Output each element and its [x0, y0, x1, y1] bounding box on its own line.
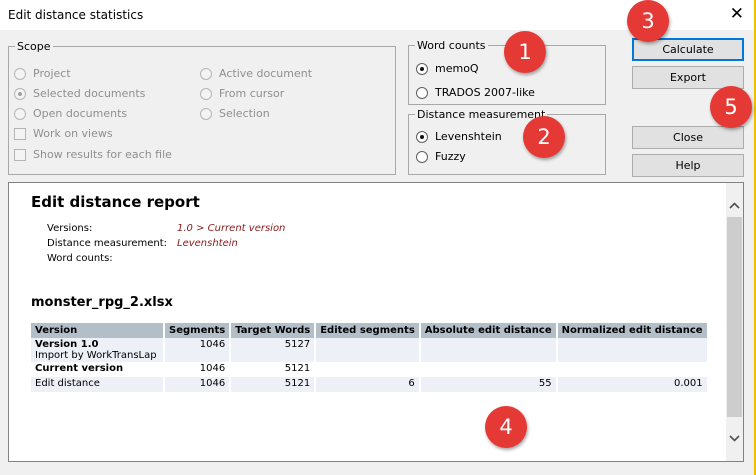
- scope-project-radio[interactable]: Project: [14, 67, 71, 80]
- show-results-each-file-label: Show results for each file: [33, 148, 172, 161]
- work-on-views-label: Work on views: [33, 127, 113, 140]
- scope-selection-radio[interactable]: Selection: [200, 107, 270, 120]
- window-title: Edit distance statistics: [8, 8, 144, 22]
- version-name: Current version: [31, 362, 165, 377]
- annotation-badge: 3: [627, 0, 669, 42]
- segments-cell: 1046: [164, 338, 232, 362]
- scope-from-cursor-label: From cursor: [219, 87, 285, 100]
- word-counts-legend: Word counts: [417, 39, 486, 52]
- absolute-distance-cell: [419, 362, 558, 377]
- scope-open-documents-label: Open documents: [33, 107, 128, 120]
- segments-cell: 1046: [164, 377, 232, 392]
- radio-icon: [200, 87, 212, 100]
- version-sub: Import by WorkTransLap: [35, 350, 157, 361]
- column-header: Edited segments: [315, 323, 421, 338]
- close-icon[interactable]: ✕: [730, 4, 744, 24]
- scope-selection-label: Selection: [219, 107, 270, 120]
- version-cell: Version 1.0 Import by WorkTransLap: [31, 338, 165, 362]
- radio-icon: [14, 67, 26, 80]
- help-button[interactable]: Help: [632, 154, 744, 177]
- close-button[interactable]: Close: [632, 126, 744, 149]
- radio-icon: [416, 150, 428, 163]
- radio-icon: [200, 67, 212, 80]
- meta-label: Distance measurement:: [47, 238, 168, 249]
- chevron-up-icon[interactable]: [726, 197, 743, 214]
- scope-project-label: Project: [33, 67, 71, 80]
- meta-label: Versions:: [47, 223, 93, 234]
- table-row: Current version 1046 5121: [31, 362, 709, 377]
- annotation-badge: 2: [523, 116, 565, 158]
- checkbox-icon: [14, 127, 26, 140]
- file-name-heading: monster_rpg_2.xlsx: [31, 295, 173, 310]
- scope-open-documents-radio[interactable]: Open documents: [14, 107, 127, 120]
- work-on-views-checkbox[interactable]: Work on views: [14, 127, 113, 140]
- normalized-distance-cell: [556, 338, 709, 362]
- annotation-badge: 5: [710, 86, 752, 128]
- chevron-down-icon[interactable]: [726, 430, 743, 447]
- scope-selected-documents-label: Selected documents: [33, 87, 146, 100]
- meta-value: Levenshtein: [177, 238, 238, 249]
- annotation-badge: 1: [504, 31, 546, 73]
- table-row: Edit distance 1046 5121 6 55 0.001: [31, 377, 709, 392]
- radio-icon: [14, 107, 26, 120]
- normalized-distance-cell: 0.001: [556, 377, 709, 392]
- edited-segments-cell: [315, 338, 421, 362]
- segments-cell: 1046: [164, 362, 232, 377]
- table-row: Version 1.0 Import by WorkTransLap 1046 …: [31, 338, 709, 362]
- target-words-cell: 5121: [230, 362, 317, 377]
- normalized-distance-cell: [556, 362, 709, 377]
- scope-from-cursor-radio[interactable]: From cursor: [200, 87, 284, 100]
- column-header: Version: [31, 323, 165, 338]
- word-counts-trados-label: TRADOS 2007-like: [435, 86, 535, 99]
- meta-value: 1.0 > Current version: [177, 223, 286, 234]
- column-header: Target Words: [230, 323, 317, 338]
- scope-active-document-label: Active document: [219, 67, 313, 80]
- distance-levenshtein-label: Levenshtein: [435, 130, 502, 143]
- distance-fuzzy-radio[interactable]: Fuzzy: [416, 150, 466, 163]
- table-header-row: Version Segments Target Words Edited seg…: [31, 323, 709, 338]
- radio-selected-icon: [416, 62, 428, 75]
- word-counts-trados-radio[interactable]: TRADOS 2007-like: [416, 86, 535, 99]
- radio-selected-icon: [416, 130, 428, 143]
- radio-selected-icon: [14, 87, 26, 100]
- distance-levenshtein-radio[interactable]: Levenshtein: [416, 130, 502, 143]
- scope-legend: Scope: [17, 40, 51, 53]
- target-words-cell: 5121: [230, 377, 317, 392]
- scope-selected-documents-radio[interactable]: Selected documents: [14, 87, 145, 100]
- version-name: Edit distance: [31, 377, 165, 392]
- checkbox-icon: [14, 148, 26, 161]
- column-header: Normalized edit distance: [556, 323, 709, 338]
- radio-icon: [200, 107, 212, 120]
- word-counts-memoq-radio[interactable]: memoQ: [416, 62, 479, 75]
- report-title: Edit distance report: [31, 193, 200, 211]
- annotation-badge: 4: [485, 406, 527, 448]
- edit-distance-table: Version Segments Target Words Edited seg…: [31, 323, 709, 392]
- report-panel: Edit distance report Versions: 1.0 > Cur…: [8, 182, 744, 462]
- absolute-distance-cell: 55: [419, 377, 558, 392]
- edited-segments-cell: [315, 362, 421, 377]
- column-header: Absolute edit distance: [419, 323, 558, 338]
- target-words-cell: 5127: [230, 338, 317, 362]
- distance-fuzzy-label: Fuzzy: [435, 150, 466, 163]
- edited-segments-cell: 6: [315, 377, 421, 392]
- distance-measurement-legend: Distance measurement: [417, 108, 546, 121]
- vertical-scrollbar[interactable]: [726, 183, 743, 461]
- absolute-distance-cell: [419, 338, 558, 362]
- scope-active-document-radio[interactable]: Active document: [200, 67, 312, 80]
- word-counts-memoq-label: memoQ: [435, 62, 479, 75]
- scrollbar-thumb[interactable]: [727, 217, 742, 417]
- show-results-each-file-checkbox[interactable]: Show results for each file: [14, 148, 172, 161]
- column-header: Segments: [164, 323, 232, 338]
- version-name: Version 1.0: [35, 339, 99, 350]
- meta-label: Word counts:: [47, 253, 113, 264]
- radio-icon: [416, 86, 428, 99]
